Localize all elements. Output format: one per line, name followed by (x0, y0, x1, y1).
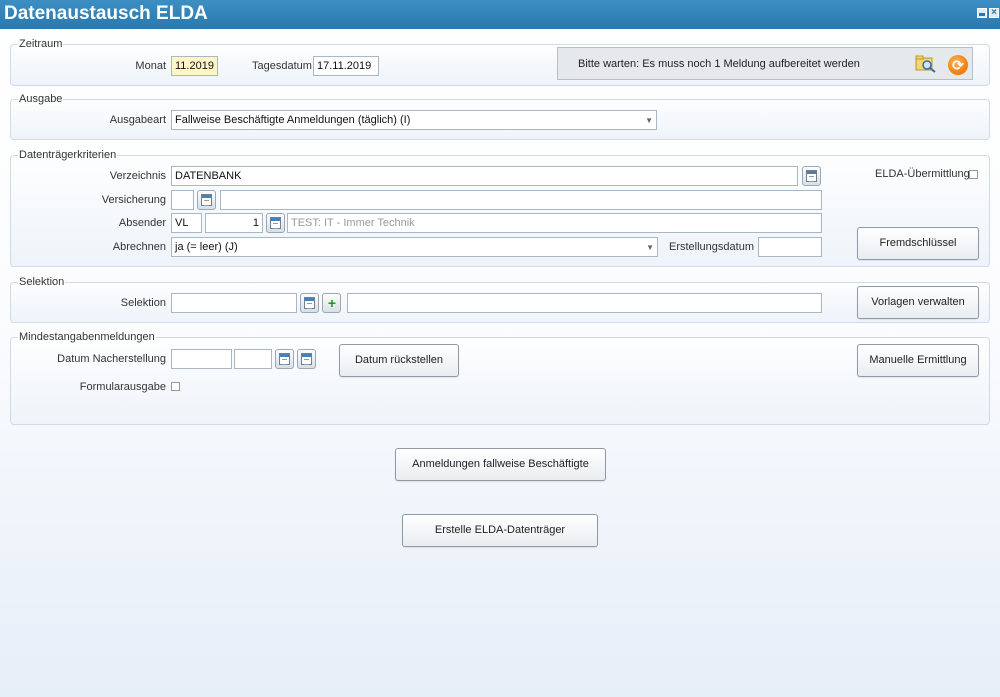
refresh-icon[interactable]: ⟳ (948, 55, 968, 75)
elda-uebermittlung-label: ELDA-Übermittlung (875, 168, 970, 180)
formularausgabe-label: Formularausgabe (79, 381, 166, 393)
search-folder-icon[interactable] (915, 54, 937, 74)
calendar-icon (301, 353, 312, 365)
tagesdatum-label: Tagesdatum (252, 60, 312, 72)
abrechnen-select[interactable]: ja (= leer) (J) ▼ (171, 237, 658, 257)
versicherung-name-field[interactable] (220, 190, 822, 210)
mindestangaben-legend: Mindestangabenmeldungen (18, 331, 156, 343)
verzeichnis-label: Verzeichnis (109, 170, 166, 182)
selektion-label: Selektion (120, 297, 166, 309)
anmeldungen-fallweise-button[interactable]: Anmeldungen fallweise Beschäftigte (395, 448, 606, 481)
selektion-add-button[interactable]: + (322, 293, 341, 313)
ausgabe-legend: Ausgabe (18, 93, 64, 105)
datentraeger-legend: Datenträgerkriterien (18, 149, 118, 161)
manuelle-ermittlung-button[interactable]: Manuelle Ermittlung (857, 344, 979, 377)
status-message-box: Bitte warten: Es muss noch 1 Meldung auf… (557, 47, 973, 80)
datum-nacherstellung-to-field[interactable] (234, 349, 272, 369)
monat-label: Monat (135, 60, 166, 72)
fremdschluessel-button[interactable]: Fremdschlüssel (857, 227, 979, 260)
absender-picker-button[interactable] (266, 213, 285, 233)
versicherung-code-field[interactable] (171, 190, 194, 210)
versicherung-picker-button[interactable] (197, 190, 216, 210)
erstellungsdatum-field[interactable] (758, 237, 822, 257)
abrechnen-label: Abrechnen (112, 241, 166, 253)
add-icon: + (327, 295, 337, 311)
formularausgabe-checkbox[interactable] (171, 382, 180, 391)
verzeichnis-field[interactable]: DATENBANK (171, 166, 798, 186)
absender-label: Absender (118, 217, 166, 229)
minimize-icon[interactable] (977, 8, 987, 18)
window-title: Datenaustausch ELDA (4, 3, 208, 24)
ausgabeart-value: Fallweise Beschäftigte Anmeldungen (tägl… (175, 114, 411, 126)
datum-nacherstellung-label: Datum Nacherstellung (57, 353, 166, 365)
elda-uebermittlung-checkbox[interactable] (969, 170, 978, 179)
close-icon[interactable]: × (989, 8, 999, 18)
abrechnen-value: ja (= leer) (J) (175, 241, 238, 253)
ausgabeart-select[interactable]: Fallweise Beschäftigte Anmeldungen (tägl… (171, 110, 657, 130)
title-bar: Datenaustausch ELDA × (0, 0, 1000, 29)
status-message: Bitte warten: Es muss noch 1 Meldung auf… (578, 58, 860, 70)
datum-to-picker-button[interactable] (297, 349, 316, 369)
absender-nr-field[interactable]: 1 (205, 213, 263, 233)
calendar-icon (201, 194, 212, 206)
vorlagen-verwalten-button[interactable]: Vorlagen verwalten (857, 286, 979, 319)
erstelle-elda-datentraeger-button[interactable]: Erstelle ELDA-Datenträger (402, 514, 598, 547)
zeitraum-legend: Zeitraum (18, 38, 64, 50)
versicherung-label: Versicherung (101, 194, 166, 206)
absender-code-field[interactable]: VL (171, 213, 202, 233)
selektion-text-field[interactable] (347, 293, 822, 313)
erstellungsdatum-label: Erstellungsdatum (669, 241, 754, 253)
verzeichnis-picker-button[interactable] (802, 166, 821, 186)
selektion-legend: Selektion (18, 276, 66, 288)
ausgabeart-label: Ausgabeart (109, 114, 166, 126)
datum-from-picker-button[interactable] (275, 349, 294, 369)
monat-field[interactable]: 11.2019 (171, 56, 218, 76)
absender-name-field: TEST: IT - Immer Technik (287, 213, 822, 233)
tagesdatum-field[interactable]: 17.11.2019 (313, 56, 379, 76)
calendar-icon (806, 170, 817, 182)
calendar-icon (279, 353, 290, 365)
selektion-field[interactable] (171, 293, 297, 313)
calendar-icon (270, 217, 281, 229)
selektion-picker-button[interactable] (300, 293, 319, 313)
dropdown-arrow-icon: ▼ (646, 243, 654, 252)
datum-nacherstellung-from-field[interactable] (171, 349, 232, 369)
datum-rueckstellen-button[interactable]: Datum rückstellen (339, 344, 459, 377)
dropdown-arrow-icon: ▼ (645, 116, 653, 125)
calendar-icon (304, 297, 315, 309)
